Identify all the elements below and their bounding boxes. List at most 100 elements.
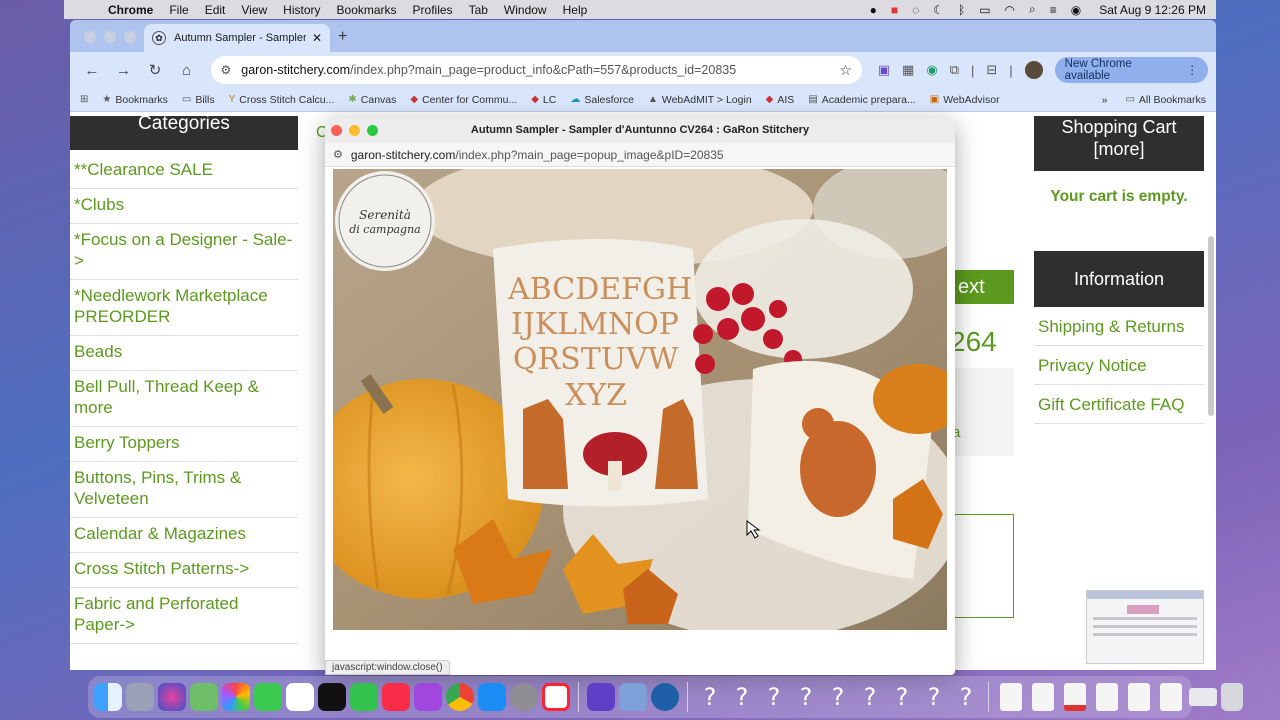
more-menu-icon[interactable]: ⋮ (1187, 63, 1199, 77)
podcasts-icon[interactable] (414, 683, 442, 711)
chrome-icon[interactable] (446, 683, 474, 711)
close-window-button[interactable] (84, 31, 96, 43)
spinner-icon[interactable]: ◌ (912, 3, 919, 17)
search-icon[interactable]: ⌕ (1029, 2, 1036, 17)
category-link[interactable]: Buttons, Pins, Trims & Velveteen (70, 462, 298, 518)
document-icon[interactable] (1032, 683, 1054, 711)
music-icon[interactable] (382, 683, 410, 711)
menubar-clock[interactable]: Sat Aug 9 12:26 PM (1099, 3, 1206, 17)
document-icon[interactable] (1128, 683, 1150, 711)
screenshot-thumbnail[interactable] (1086, 590, 1204, 664)
battery-icon[interactable]: ▭ (979, 3, 990, 17)
menu-view[interactable]: View (233, 3, 275, 17)
category-link[interactable]: *Needlework Marketplace PREORDER (70, 280, 298, 336)
all-bookmarks-button[interactable]: ▭ All Bookmarks (1125, 94, 1206, 106)
home-icon[interactable]: ⌂ (173, 56, 201, 84)
moon-icon[interactable]: ☾ (933, 3, 944, 17)
page-scrollbar[interactable] (1208, 236, 1214, 416)
bookmark-item[interactable]: ▤ Academic prepara... (808, 94, 915, 106)
popup-minimize-button[interactable] (349, 125, 360, 136)
unknown-app-icon[interactable]: ? (888, 683, 916, 711)
tab-search-icon[interactable]: ⊟ (986, 62, 997, 78)
bookmark-item[interactable]: ▲ WebAdMIT > Login (648, 94, 752, 106)
menu-tab[interactable]: Tab (461, 3, 496, 17)
unknown-app-icon[interactable]: ? (792, 683, 820, 711)
calendar-icon[interactable] (286, 683, 314, 711)
category-link[interactable]: *Focus on a Designer - Sale-> (70, 224, 298, 280)
category-link[interactable]: *Clubs (70, 189, 298, 224)
category-link[interactable]: Calendar & Magazines (70, 518, 298, 553)
menu-bookmarks[interactable]: Bookmarks (329, 3, 405, 17)
bookmark-item[interactable]: ◆ Center for Commu... (410, 94, 517, 106)
zoom-window-button[interactable] (124, 31, 136, 43)
address-bar[interactable]: ⚙ garon-stitchery.com/index.php?main_pag… (210, 56, 862, 84)
menu-profiles[interactable]: Profiles (405, 3, 461, 17)
bluetooth-icon[interactable]: ᛒ (958, 3, 965, 17)
unknown-app-icon[interactable]: ? (696, 683, 724, 711)
popup-zoom-button[interactable] (367, 125, 378, 136)
unknown-app-icon[interactable]: ? (920, 683, 948, 711)
info-link-gift-certificate[interactable]: Gift Certificate FAQ (1034, 385, 1204, 424)
extension-grid-icon[interactable]: ▦ (902, 62, 914, 78)
messages-icon[interactable] (254, 683, 282, 711)
bookmark-star-icon[interactable]: ☆ (839, 62, 852, 79)
site-info-icon[interactable]: ⚙ (333, 148, 343, 161)
menu-history[interactable]: History (275, 3, 328, 17)
back-icon[interactable]: ← (78, 56, 106, 84)
preview-icon[interactable] (619, 683, 647, 711)
menu-window[interactable]: Window (496, 3, 555, 17)
notification-badge-icon[interactable]: ■ (891, 3, 898, 17)
popup-close-button[interactable] (331, 125, 342, 136)
menu-help[interactable]: Help (555, 3, 596, 17)
unknown-app-icon[interactable]: ? (952, 683, 980, 711)
menu-edit[interactable]: Edit (197, 3, 234, 17)
siri-icon[interactable]: ◉ (1071, 3, 1081, 17)
launchpad-icon[interactable] (126, 683, 154, 711)
category-link[interactable]: Berry Toppers (70, 427, 298, 462)
extension-badge-icon[interactable]: ▣ (878, 62, 890, 78)
category-link[interactable]: Beads (70, 336, 298, 371)
tab-active[interactable]: ✿ Autumn Sampler - Sampler d ✕ (144, 24, 330, 52)
system-settings-icon[interactable] (510, 683, 538, 711)
new-chrome-available-button[interactable]: New Chrome available ⋮ (1054, 57, 1209, 83)
photos-icon[interactable] (222, 683, 250, 711)
info-link-privacy[interactable]: Privacy Notice (1034, 346, 1204, 385)
facetime-icon[interactable] (350, 683, 378, 711)
category-link[interactable]: Bell Pull, Thread Keep & more (70, 371, 298, 427)
apps-grid-icon[interactable]: ⊞ (80, 94, 88, 105)
apple-tv-icon[interactable] (318, 683, 346, 711)
finder-icon[interactable] (94, 683, 122, 711)
trash-icon[interactable] (1221, 683, 1243, 711)
maps-icon[interactable] (190, 683, 218, 711)
siri-dock-icon[interactable] (158, 683, 186, 711)
menu-app-chrome[interactable]: Chrome (100, 3, 161, 17)
category-link[interactable]: **Clearance SALE (70, 154, 298, 189)
wifi-icon[interactable]: ◠ (1005, 3, 1015, 17)
bookmark-item[interactable]: ★ Bookmarks (102, 94, 167, 106)
imovie-icon[interactable] (587, 683, 615, 711)
more-bookmarks-chevron-icon[interactable]: » (1102, 94, 1108, 106)
record-icon[interactable]: ● (870, 3, 877, 17)
menu-file[interactable]: File (161, 3, 196, 17)
control-center-icon[interactable]: ≡ (1050, 3, 1057, 17)
profile-avatar[interactable] (1024, 61, 1043, 79)
shopping-cart-heading[interactable]: Shopping Cart [more] (1034, 116, 1204, 171)
bookmark-item[interactable]: ☁ Salesforce (570, 94, 634, 106)
unknown-app-icon[interactable]: ? (760, 683, 788, 711)
bookmark-item[interactable]: ✱ Canvas (348, 94, 396, 106)
new-tab-icon[interactable]: + (338, 28, 347, 46)
unknown-app-icon[interactable]: ? (824, 683, 852, 711)
bookmark-item[interactable]: ▣ WebAdvisor (930, 94, 1000, 106)
reload-icon[interactable]: ↻ (141, 56, 169, 84)
forward-icon[interactable]: → (110, 56, 138, 84)
grammarly-icon[interactable]: ◉ (926, 62, 937, 78)
category-link[interactable]: Cross Stitch Patterns-> (70, 553, 298, 588)
site-info-icon[interactable]: ⚙ (221, 63, 232, 77)
category-link[interactable]: Fabric and Perforated Paper-> (70, 588, 298, 644)
quicktime-icon[interactable] (651, 683, 679, 711)
bookmark-item[interactable]: Y Cross Stitch Calcu... (229, 94, 335, 106)
document-icon[interactable] (1000, 683, 1022, 711)
unknown-app-icon[interactable]: ? (856, 683, 884, 711)
news-icon[interactable] (542, 683, 570, 711)
pdf-document-icon[interactable] (1064, 683, 1086, 711)
